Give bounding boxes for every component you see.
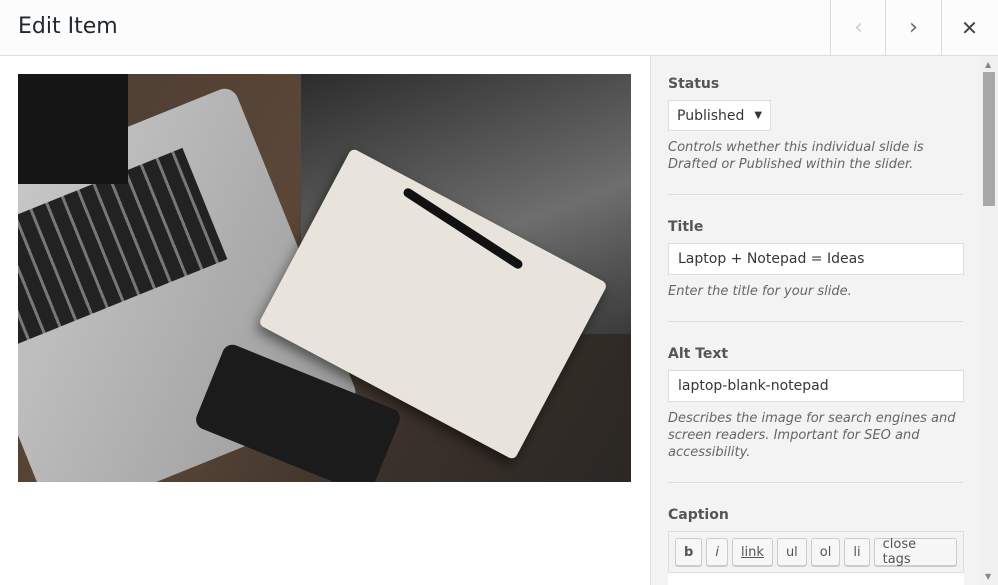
status-field: Status Published ▼ Controls whether this … (651, 76, 980, 173)
status-label: Status (668, 76, 720, 92)
scroll-up-icon[interactable]: ▲ (985, 60, 991, 69)
status-value: Published (677, 107, 745, 124)
title-description: Enter the title for your slide. (668, 284, 852, 299)
bold-button[interactable]: b (675, 538, 703, 566)
page-title: Edit Item (18, 14, 118, 39)
scrollbar-thumb[interactable] (983, 72, 995, 206)
caption-toolbar: b i link ul ol li close tags (668, 531, 964, 573)
ol-button[interactable]: ol (810, 538, 841, 566)
close-tags-button[interactable]: close tags (873, 537, 957, 567)
alt-text-label: Alt Text (668, 346, 729, 362)
settings-panel: Status Published ▼ Controls whether this … (650, 56, 980, 585)
chevron-left-icon: ‹ (854, 15, 863, 40)
next-button[interactable]: › (885, 0, 941, 55)
scrollbar[interactable]: ▲ ▼ (980, 56, 998, 585)
title-field: Title Laptop + Notepad = Ideas Enter the… (651, 219, 980, 300)
alt-text-description: Describes the image for search engines a… (668, 411, 956, 460)
close-button[interactable]: ✕ (941, 0, 997, 55)
ul-button[interactable]: ul (776, 538, 807, 566)
title-input[interactable]: Laptop + Notepad = Ideas (668, 243, 964, 275)
slide-image (18, 74, 631, 482)
divider (668, 482, 963, 483)
italic-button[interactable]: i (706, 538, 728, 566)
li-button[interactable]: li (844, 538, 870, 566)
image-laptop-screen (18, 74, 128, 184)
status-description: Controls whether this individual slide i… (668, 140, 924, 172)
modal-header: Edit Item ‹ › ✕ (0, 0, 998, 56)
link-button[interactable]: link (731, 538, 773, 566)
scroll-down-icon[interactable]: ▼ (985, 572, 991, 581)
divider (668, 321, 963, 322)
previous-button[interactable]: ‹ (830, 0, 886, 55)
title-label: Title (668, 219, 704, 235)
alt-text-field: Alt Text laptop-blank-notepad Describes … (651, 346, 980, 461)
caret-down-icon: ▼ (754, 110, 763, 121)
divider (668, 194, 963, 195)
caption-field: Caption b i link ul ol li close tags (651, 507, 980, 585)
close-icon: ✕ (961, 15, 978, 40)
status-select[interactable]: Published ▼ (668, 100, 772, 131)
caption-textarea[interactable] (668, 573, 964, 585)
chevron-right-icon: › (909, 15, 918, 40)
caption-label: Caption (668, 507, 729, 523)
alt-text-input[interactable]: laptop-blank-notepad (668, 370, 964, 402)
